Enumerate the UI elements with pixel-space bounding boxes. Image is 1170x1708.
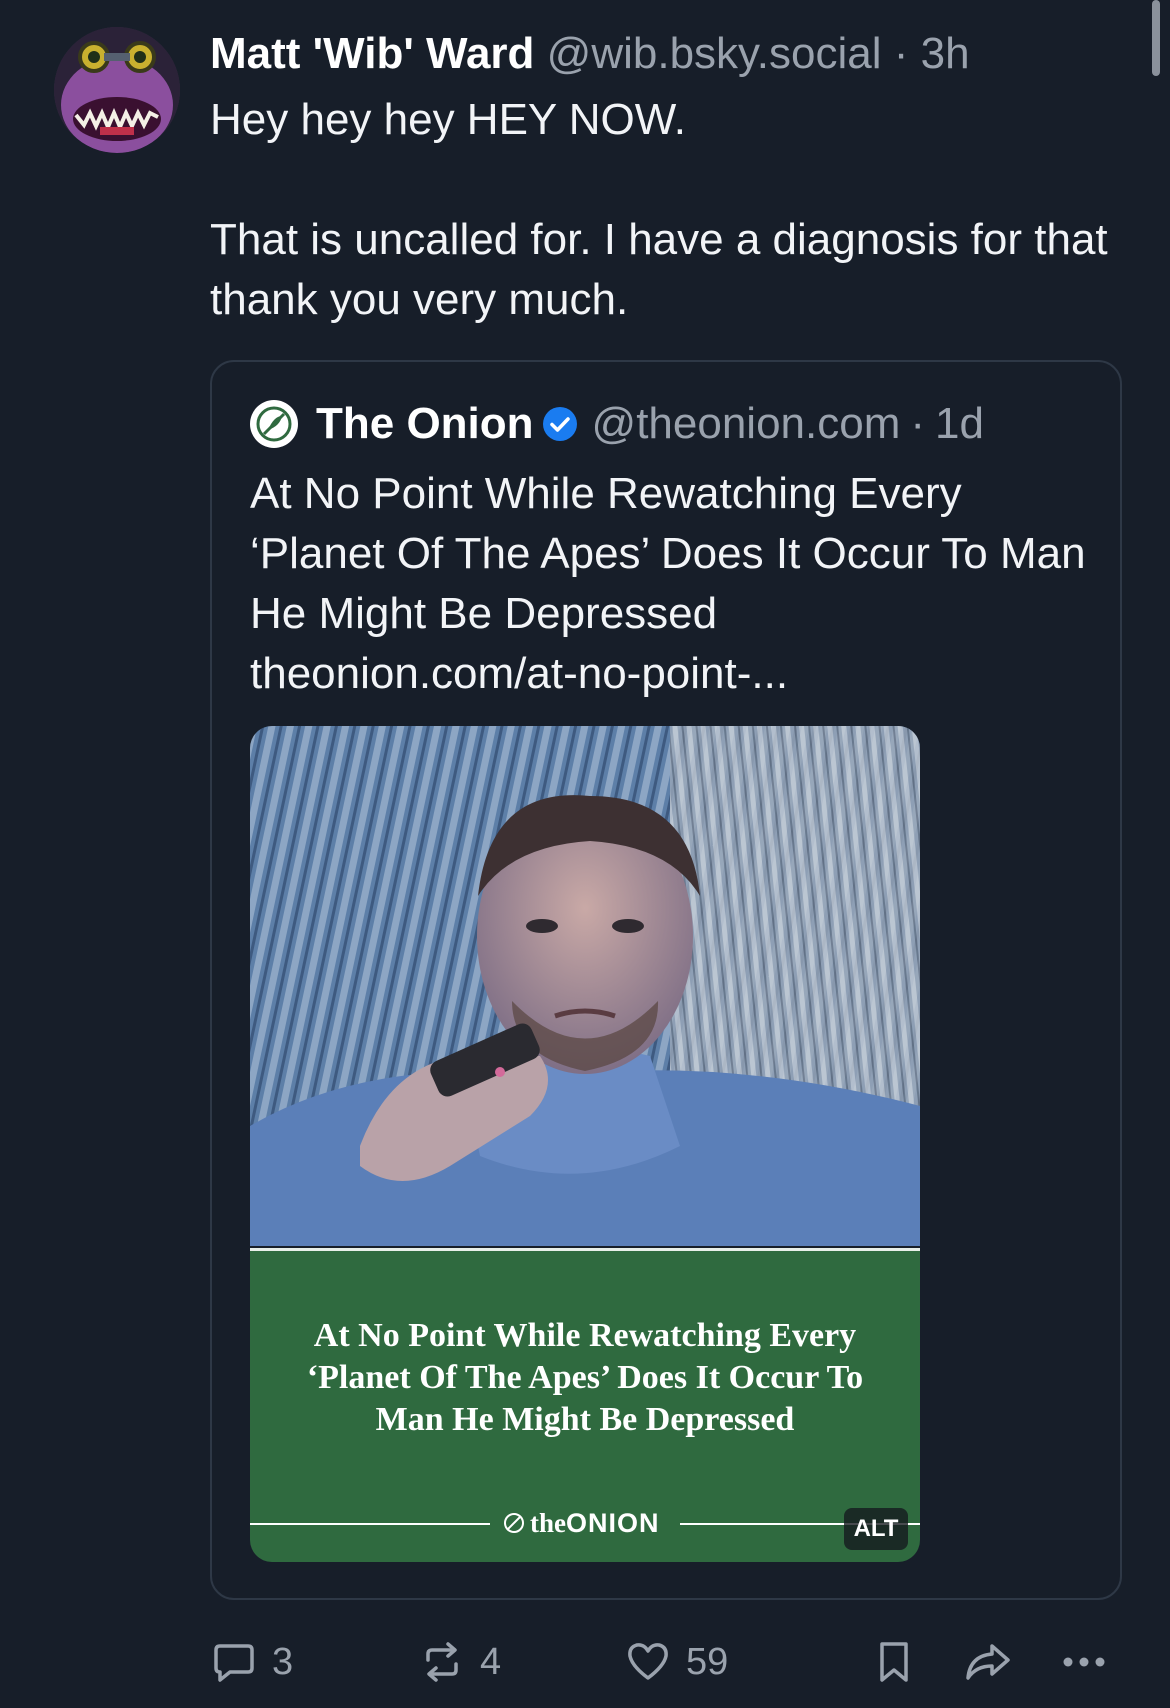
scrollbar[interactable]	[1152, 0, 1160, 76]
author-avatar[interactable]	[54, 27, 180, 153]
article-card-panel: At No Point While Rewatching Every ‘Plan…	[250, 1248, 920, 1562]
author-display-name[interactable]: Matt 'Wib' Ward	[210, 29, 534, 78]
reply-icon	[214, 1644, 254, 1682]
bookmark-icon	[880, 1642, 908, 1682]
quoted-post-image[interactable]: At No Point While Rewatching Every ‘Plan…	[250, 726, 920, 1562]
quoted-post-link[interactable]: theonion.com/at-no-point-...	[250, 644, 788, 704]
wordmark-the: the	[530, 1507, 566, 1538]
more-icon	[1063, 1657, 1105, 1667]
quoted-author-handle[interactable]: @theonion.com	[592, 399, 901, 449]
quoted-post-header: The Onion @theonion.com · 1d	[250, 394, 984, 454]
meta-separator: ·	[910, 399, 926, 448]
meta-separator: ·	[893, 29, 909, 78]
quoted-post-text: At No Point While Rewatching Every ‘Plan…	[250, 469, 1086, 638]
quoted-author-name[interactable]: The Onion	[316, 399, 534, 449]
divider	[250, 1523, 490, 1525]
repost-icon	[426, 1642, 458, 1682]
verified-icon	[542, 407, 577, 441]
post-header: Matt 'Wib' Ward @wib.bsky.social · 3h	[210, 26, 970, 82]
like-count: 59	[686, 1640, 729, 1683]
reply-count: 3	[272, 1640, 294, 1683]
quoted-post-card[interactable]: The Onion @theonion.com · 1d At No Point…	[210, 360, 1122, 1600]
bluesky-post-view: Matt 'Wib' Ward @wib.bsky.social · 3h He…	[0, 0, 1170, 1708]
onion-wordmark: the ONION	[502, 1505, 660, 1541]
reply-button[interactable]: 3	[210, 1630, 293, 1694]
share-button[interactable]	[962, 1630, 1014, 1694]
article-photo	[250, 726, 920, 1246]
post-actions: 3 4 59	[210, 1630, 1116, 1694]
wordmark-onion: ONION	[566, 1507, 660, 1538]
like-button[interactable]: 59	[624, 1630, 728, 1694]
post-text: Hey hey hey HEY NOW. That is uncalled fo…	[210, 90, 1110, 330]
quoted-post-timestamp: 1d	[935, 399, 984, 448]
onion-logo-icon[interactable]	[250, 400, 298, 448]
repost-button[interactable]: 4	[418, 1630, 501, 1694]
post-text-line: That is uncalled for. I have a diagnosis…	[210, 215, 1108, 324]
image-headline: At No Point While Rewatching Every ‘Plan…	[306, 1317, 864, 1438]
alt-text-badge[interactable]: ALT	[844, 1508, 908, 1550]
post-timestamp[interactable]: 3h	[921, 29, 970, 78]
post-text-line: Hey hey hey HEY NOW.	[210, 95, 687, 144]
more-options-button[interactable]	[1058, 1630, 1110, 1694]
like-icon	[628, 1643, 668, 1680]
bookmark-button[interactable]	[870, 1630, 918, 1694]
share-icon	[966, 1644, 1010, 1680]
repost-count: 4	[480, 1640, 502, 1683]
onion-logo-icon	[504, 1513, 524, 1533]
author-handle[interactable]: @wib.bsky.social	[547, 29, 882, 78]
